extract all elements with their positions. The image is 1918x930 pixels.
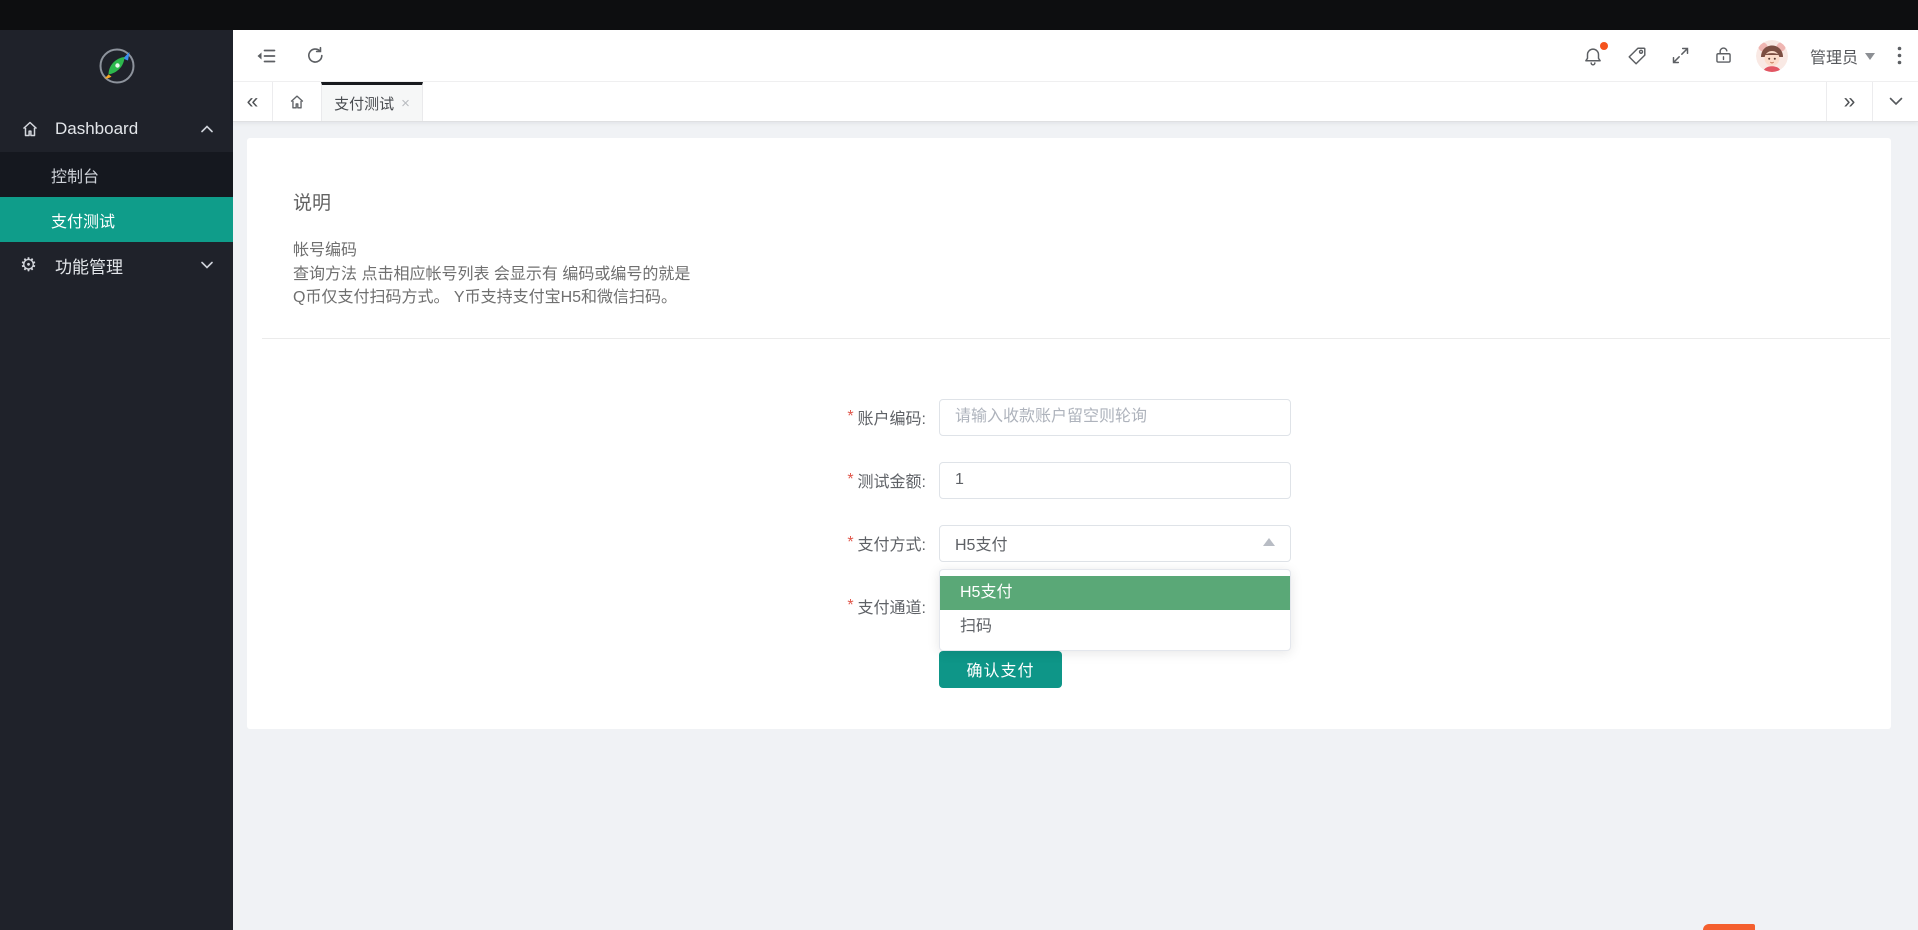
page-title: 说明	[247, 138, 1891, 215]
tab-close-icon[interactable]: ×	[401, 95, 410, 112]
window-top-bar	[0, 0, 1918, 30]
content-area: 说明 帐号编码 查询方法 点击相应帐号列表 会显示有 编码或编号的就是 Q币仅支…	[233, 122, 1918, 930]
topbar: 管理员	[233, 30, 1918, 82]
field-label: * 支付通道:	[247, 594, 939, 618]
tag-icon[interactable]	[1626, 45, 1648, 67]
dropdown-option-h5[interactable]: H5支付	[940, 576, 1290, 610]
caret-down-icon	[1865, 53, 1875, 65]
description-line: 帐号编码	[293, 239, 1891, 263]
required-marker: *	[847, 597, 853, 615]
payment-test-card: 说明 帐号编码 查询方法 点击相应帐号列表 会显示有 编码或编号的就是 Q币仅支…	[247, 138, 1891, 729]
sidebar-submenu: 控制台 支付测试	[0, 152, 233, 242]
form-row-test-amount: * 测试金额:	[247, 462, 1891, 499]
sidebar-item-label: 控制台	[51, 163, 99, 187]
sidebar-item-function-management[interactable]: ⚙ 功能管理	[0, 242, 233, 288]
chevron-up-icon	[201, 125, 213, 133]
gear-icon: ⚙	[20, 256, 42, 275]
submit-row: 确认支付	[939, 651, 1891, 688]
user-name: 管理员	[1810, 44, 1858, 68]
tabs-scroll-left-button[interactable]: «	[233, 82, 273, 121]
select-value: H5支付	[955, 531, 1007, 555]
form-row-payment-method: * 支付方式: H5支付 H5支付 扫码	[247, 525, 1891, 562]
sidebar: Dashboard 控制台 支付测试 ⚙	[0, 30, 233, 930]
payment-form: * 账户编码: * 测试金额:	[247, 399, 1891, 688]
notification-dot	[1600, 42, 1608, 50]
fullscreen-icon[interactable]	[1670, 45, 1691, 66]
tabbar-spacer	[423, 82, 1826, 121]
screen: Dashboard 控制台 支付测试 ⚙	[0, 0, 1918, 930]
description-line: Q币仅支付扫码方式。 Y币支持支付宝H5和微信扫码。	[293, 286, 1891, 310]
home-icon	[20, 119, 42, 139]
sidebar-item-console[interactable]: 控制台	[0, 152, 233, 197]
home-tab-icon[interactable]	[273, 82, 321, 121]
form-row-account-code: * 账户编码:	[247, 399, 1891, 436]
sidebar-item-label: Dashboard	[55, 119, 138, 139]
user-menu[interactable]: 管理员	[1810, 44, 1875, 68]
sidebar-item-label: 功能管理	[55, 253, 123, 278]
app-logo[interactable]	[0, 30, 233, 106]
floating-widget-peek	[1703, 924, 1755, 930]
chevron-down-icon	[201, 261, 213, 269]
sidebar-item-payment-test[interactable]: 支付测试	[0, 197, 233, 242]
description: 帐号编码 查询方法 点击相应帐号列表 会显示有 编码或编号的就是 Q币仅支付扫码…	[293, 239, 1891, 310]
payment-method-dropdown: H5支付 扫码	[939, 569, 1291, 651]
description-line: 查询方法 点击相应帐号列表 会显示有 编码或编号的就是	[293, 263, 1891, 287]
field-label: * 支付方式:	[247, 531, 939, 555]
sidebar-item-label: 支付测试	[51, 208, 115, 232]
divider	[262, 338, 1890, 339]
required-marker: *	[847, 408, 853, 426]
account-code-input[interactable]	[939, 399, 1291, 436]
required-marker: *	[847, 534, 853, 552]
rocket-logo-icon	[94, 43, 140, 94]
confirm-payment-button[interactable]: 确认支付	[939, 651, 1062, 688]
required-marker: *	[847, 471, 853, 489]
collapse-sidebar-icon[interactable]	[255, 45, 277, 67]
notification-bell-icon[interactable]	[1582, 45, 1604, 67]
avatar[interactable]	[1756, 40, 1788, 72]
sidebar-menu: Dashboard 控制台 支付测试 ⚙	[0, 106, 233, 288]
more-options-kebab-icon[interactable]	[1897, 46, 1902, 65]
payment-method-select[interactable]: H5支付	[939, 525, 1291, 562]
sidebar-item-dashboard[interactable]: Dashboard	[0, 106, 233, 152]
lock-icon[interactable]	[1713, 45, 1734, 66]
select-caret-up-icon	[1263, 532, 1275, 546]
tab-payment-test[interactable]: 支付测试 ×	[321, 82, 423, 121]
payment-method-select-wrap: H5支付 H5支付 扫码	[939, 525, 1291, 562]
field-label: * 测试金额:	[247, 468, 939, 492]
tabbar: « 支付测试 × »	[233, 82, 1918, 122]
field-label: * 账户编码:	[247, 405, 939, 429]
tab-label: 支付测试	[334, 93, 394, 114]
tabs-menu-button[interactable]	[1872, 82, 1918, 121]
refresh-icon[interactable]	[305, 45, 326, 66]
tabs-scroll-right-button[interactable]: »	[1826, 82, 1872, 121]
test-amount-input[interactable]	[939, 462, 1291, 499]
dropdown-option-scan[interactable]: 扫码	[940, 610, 1290, 644]
